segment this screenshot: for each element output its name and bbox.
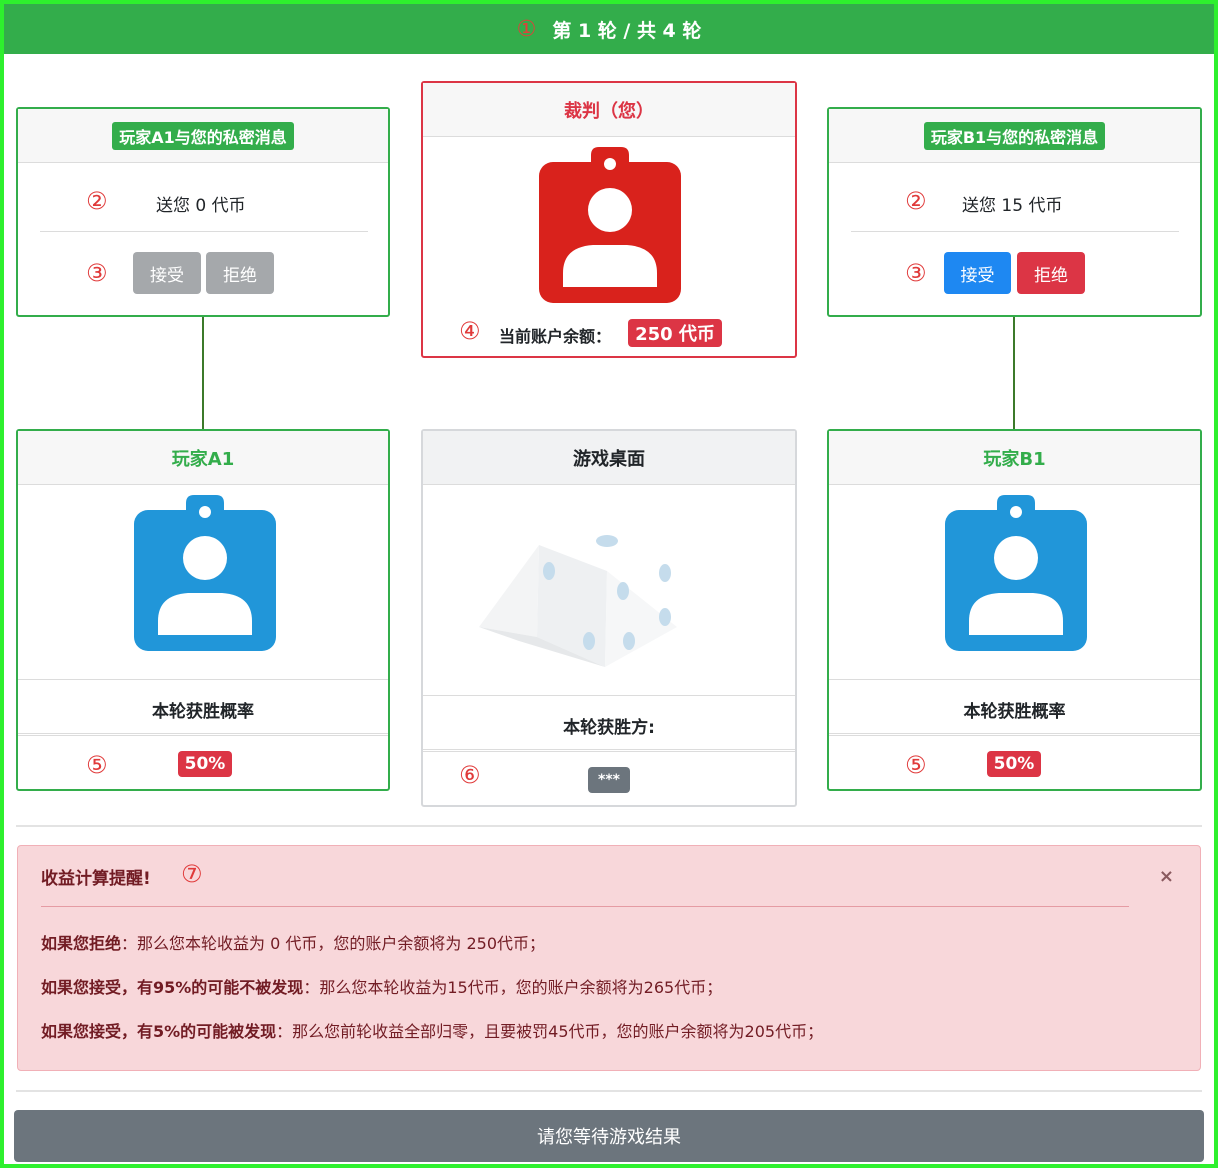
player-b-card: 玩家B1 本轮获胜概率 ⑤ 50% — [827, 429, 1202, 791]
player-b-message-card: 玩家B1与您的私密消息 ② 送您 15 代币 ③ 接受 拒绝 — [827, 107, 1202, 317]
divider — [829, 679, 1200, 680]
player-b-offer-text: 送您 15 代币 — [962, 196, 1063, 216]
player-a-header: 玩家A1 — [18, 431, 388, 485]
player-b-reject-button[interactable]: 拒绝 — [1017, 252, 1085, 294]
divider — [18, 733, 388, 736]
marker-3: ③ — [86, 259, 108, 287]
player-a-name: 玩家A1 — [171, 448, 235, 470]
dice-icon — [479, 535, 677, 667]
round-title: 第 1 轮 / 共 4 轮 — [552, 19, 702, 42]
marker-2: ② — [86, 187, 108, 215]
alert-line-accept-detected: 如果您接受，有5%的可能被发现：那么您前轮收益全部归零，且要被罚45代币，您的账… — [41, 1022, 824, 1041]
alert-title: 收益计算提醒! — [41, 869, 151, 889]
player-b-message-title: 玩家B1与您的私密消息 — [923, 121, 1106, 150]
judge-title: 裁判（您） — [564, 100, 654, 122]
alert-line-reject: 如果您拒绝：那么您本轮收益为 0 代币，您的账户余额将为 250代币； — [41, 934, 545, 953]
marker-3: ③ — [905, 259, 927, 287]
player-a-reject-button[interactable]: 拒绝 — [206, 252, 274, 294]
winner-badge: *** — [588, 767, 630, 793]
player-a-prob-label: 本轮获胜概率 — [152, 702, 254, 722]
player-b-header: 玩家B1 — [829, 431, 1200, 485]
section-divider — [16, 825, 1202, 827]
game-table-title: 游戏桌面 — [573, 448, 645, 470]
player-a-message-header: 玩家A1与您的私密消息 — [18, 109, 388, 163]
winner-label: 本轮获胜方: — [563, 718, 655, 738]
judge-card: 裁判（您） ④ 当前账户余额： 250 代币 — [421, 81, 797, 358]
marker-1: ① — [516, 16, 537, 42]
player-a-offer-text: 送您 0 代币 — [156, 196, 246, 216]
player-b-message-header: 玩家B1与您的私密消息 — [829, 109, 1200, 163]
marker-5: ⑤ — [905, 751, 927, 779]
alert-divider — [41, 906, 1129, 907]
section-divider — [16, 1090, 1202, 1092]
player-a-avatar-icon — [134, 495, 276, 651]
divider — [851, 231, 1179, 232]
divider — [423, 749, 795, 752]
player-a-message-title: 玩家A1与您的私密消息 — [112, 121, 294, 150]
marker-7: ⑦ — [181, 860, 203, 888]
player-b-accept-button[interactable]: 接受 — [944, 252, 1011, 294]
judge-header: 裁判（您） — [423, 83, 795, 137]
player-b-prob-label: 本轮获胜概率 — [963, 702, 1066, 722]
connector-line-b — [1013, 317, 1015, 430]
marker-2: ② — [905, 187, 927, 215]
game-table-card: 游戏桌面 本轮获胜方: ⑥ *** — [421, 429, 797, 807]
balance-label: 当前账户余额： — [499, 327, 612, 346]
player-a-card: 玩家A1 本轮获胜概率 ⑤ 50% — [16, 429, 390, 791]
player-a-accept-button[interactable]: 接受 — [133, 252, 201, 294]
alert-line-accept-undetected: 如果您接受，有95%的可能不被发现：那么您本轮收益为15代币，您的账户余额将为2… — [41, 978, 723, 997]
wait-result-button[interactable]: 请您等待游戏结果 — [14, 1110, 1204, 1162]
close-icon[interactable]: × — [1159, 866, 1174, 887]
marker-6: ⑥ — [459, 761, 481, 789]
judge-avatar-icon — [539, 147, 681, 303]
marker-4: ④ — [459, 317, 481, 345]
player-b-name: 玩家B1 — [983, 448, 1046, 470]
player-b-avatar-icon — [945, 495, 1087, 651]
connector-line-a — [202, 317, 204, 430]
player-b-prob-badge: 50% — [987, 751, 1041, 777]
divider — [423, 695, 795, 696]
divider — [18, 679, 388, 680]
divider — [829, 733, 1200, 736]
game-table-header: 游戏桌面 — [423, 431, 795, 485]
balance-badge: 250 代币 — [628, 319, 722, 347]
player-a-message-card: 玩家A1与您的私密消息 ② 送您 0 代币 ③ 接受 拒绝 — [16, 107, 390, 317]
player-a-prob-badge: 50% — [178, 751, 232, 777]
earnings-alert: 收益计算提醒! ⑦ × 如果您拒绝：那么您本轮收益为 0 代币，您的账户余额将为… — [17, 845, 1201, 1071]
round-header: ① 第 1 轮 / 共 4 轮 — [4, 4, 1214, 54]
divider — [40, 231, 368, 232]
marker-5: ⑤ — [86, 751, 108, 779]
